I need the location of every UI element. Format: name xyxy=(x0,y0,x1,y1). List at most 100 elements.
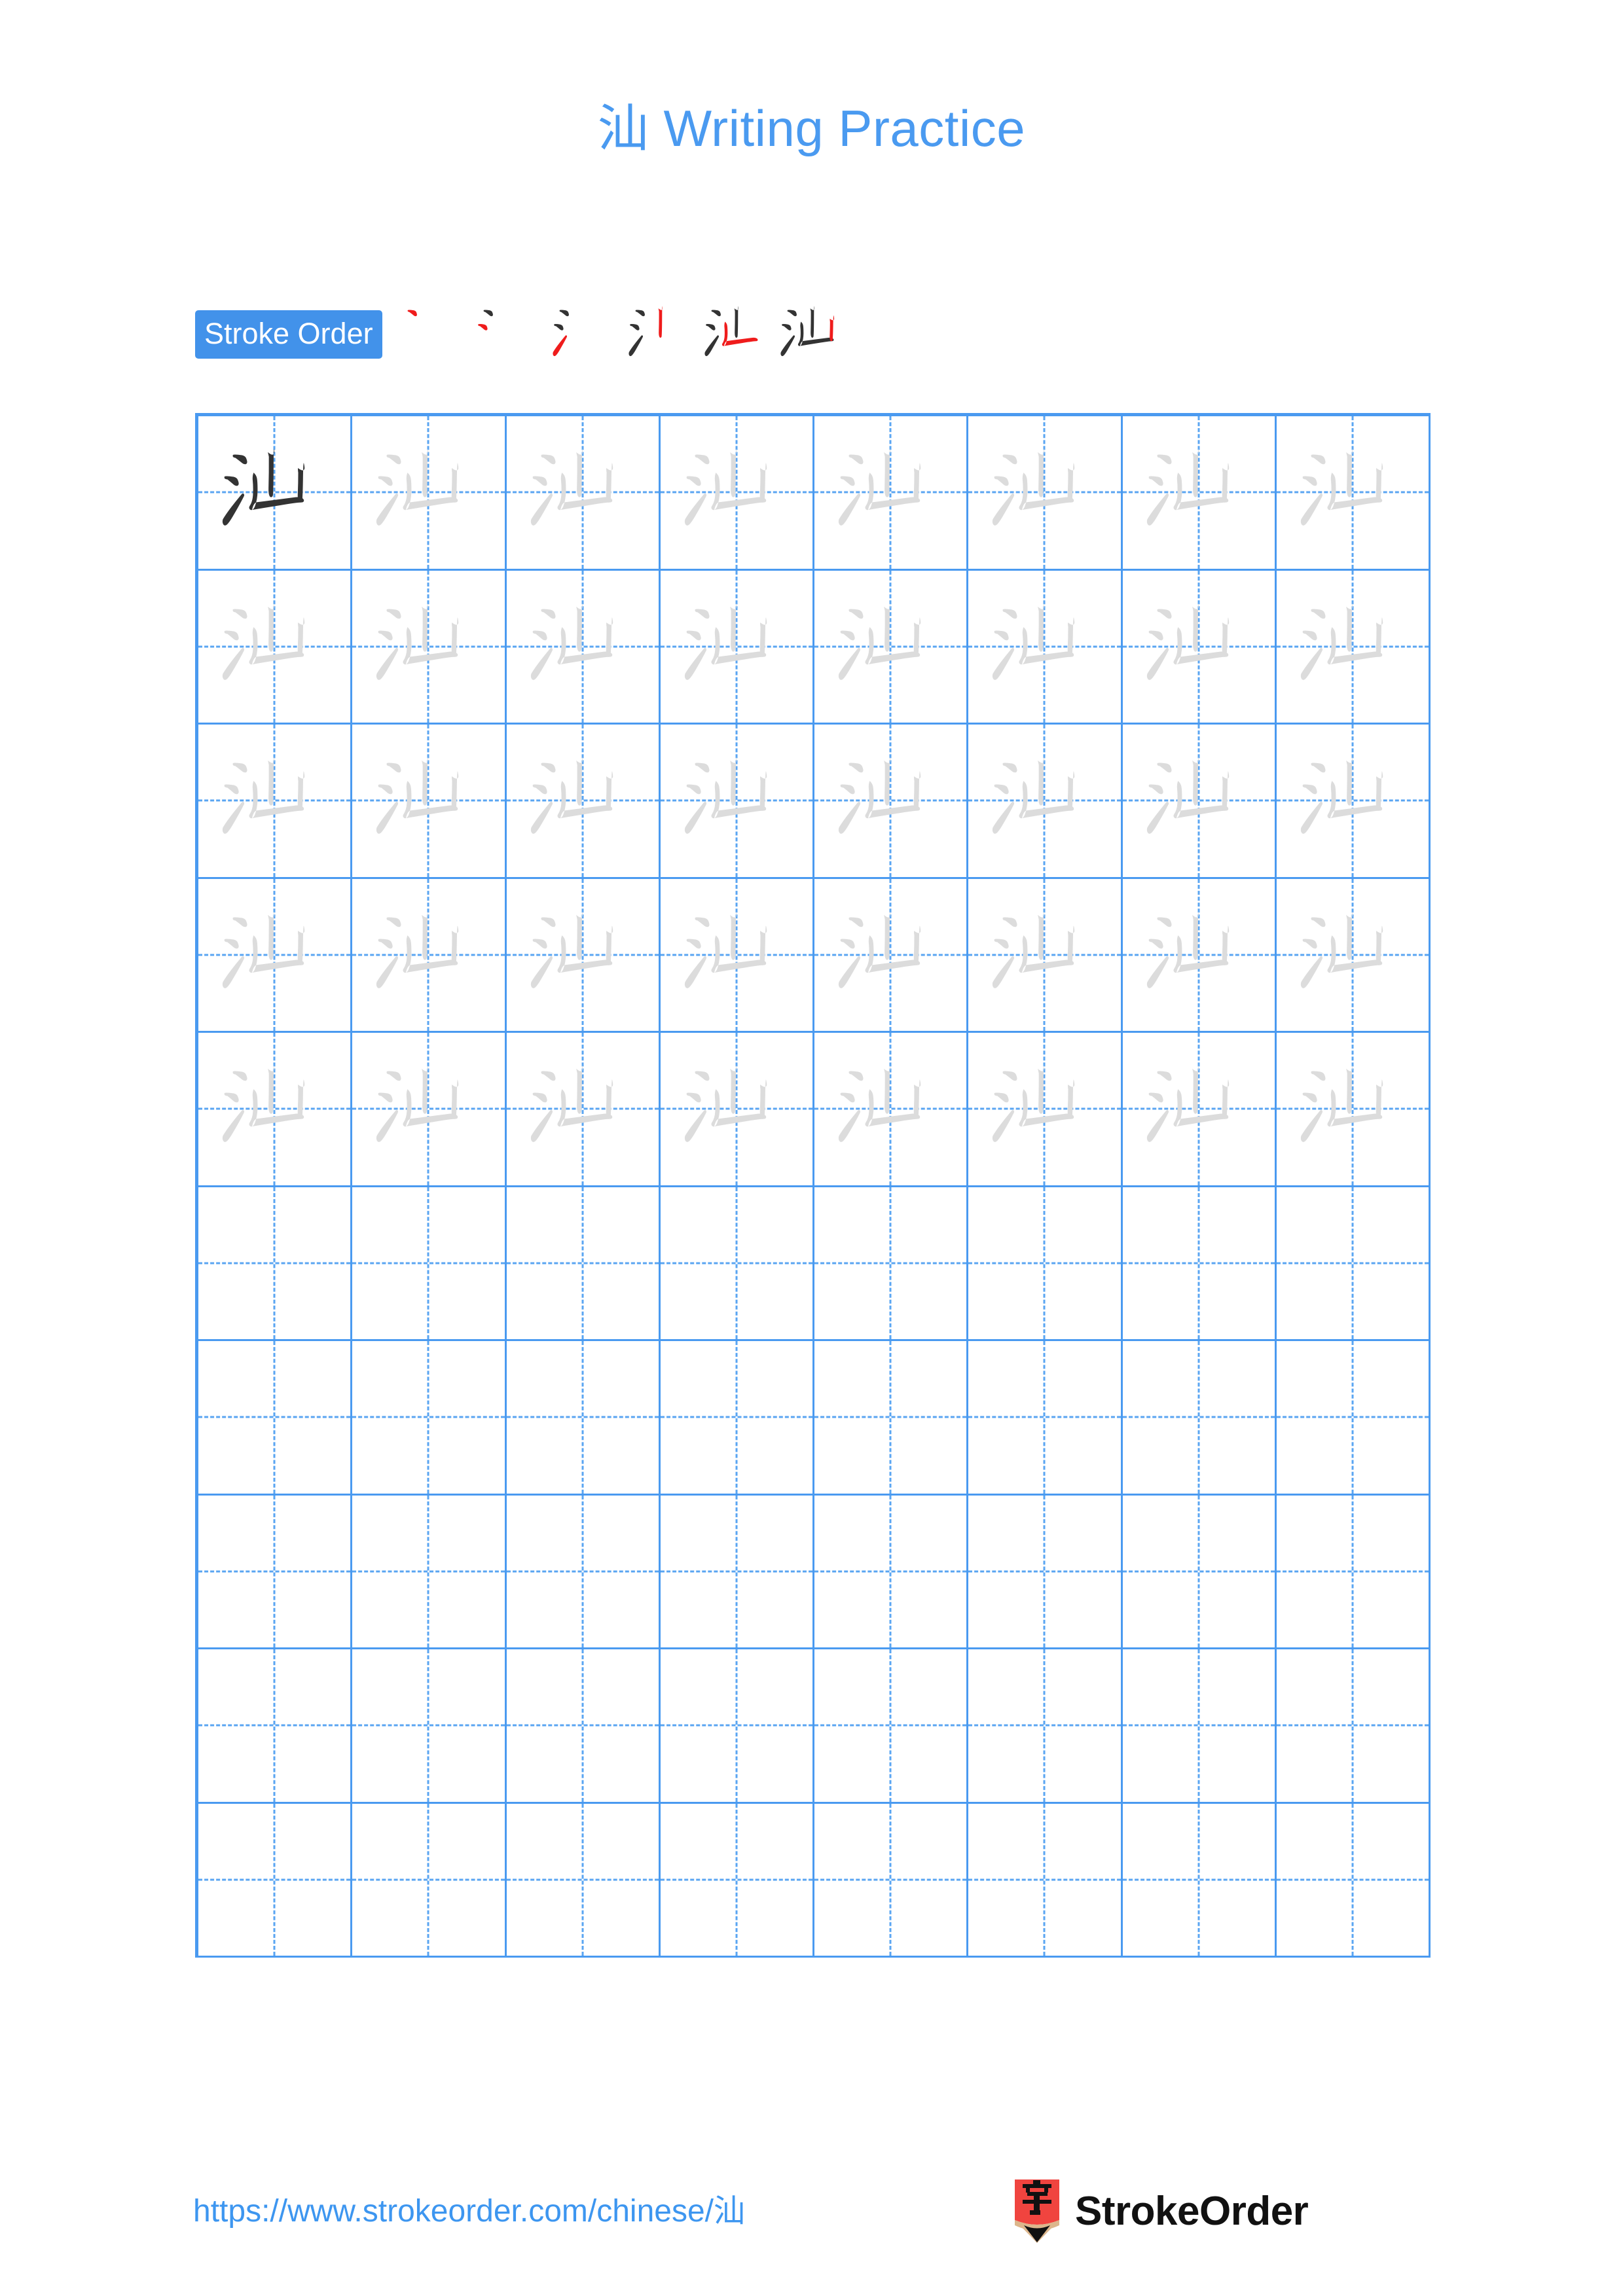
practice-cell[interactable] xyxy=(352,1341,507,1496)
practice-cell[interactable] xyxy=(968,1649,1123,1804)
character-glyph xyxy=(198,571,350,723)
practice-cell[interactable] xyxy=(814,1649,969,1804)
trace-character-cell[interactable] xyxy=(352,1033,507,1187)
character-glyph xyxy=(1123,1033,1275,1185)
trace-character-cell[interactable] xyxy=(1122,570,1277,725)
practice-cell[interactable] xyxy=(1276,1649,1431,1804)
trace-character-cell[interactable] xyxy=(968,878,1123,1033)
practice-cell[interactable] xyxy=(660,1649,814,1804)
stroke-step-5 xyxy=(701,296,776,372)
trace-character-cell[interactable] xyxy=(1122,1033,1277,1187)
practice-cell[interactable] xyxy=(352,1649,507,1804)
trace-character-cell[interactable] xyxy=(1276,570,1431,725)
trace-character-cell[interactable] xyxy=(1276,878,1431,1033)
practice-cell[interactable] xyxy=(198,1803,353,1958)
trace-character-cell[interactable] xyxy=(198,878,353,1033)
stroke-order-section: Stroke Order xyxy=(195,304,852,365)
practice-cell[interactable] xyxy=(968,1803,1123,1958)
practice-cell[interactable] xyxy=(506,1495,661,1649)
practice-cell[interactable] xyxy=(660,1803,814,1958)
page-title: 汕 Writing Practice xyxy=(597,99,1026,157)
practice-cell[interactable] xyxy=(506,1187,661,1341)
character-glyph xyxy=(507,416,659,569)
practice-cell[interactable] xyxy=(506,1341,661,1496)
practice-cell[interactable] xyxy=(198,1341,353,1496)
practice-cell[interactable] xyxy=(660,1341,814,1496)
trace-character-cell[interactable] xyxy=(198,570,353,725)
model-character-cell[interactable] xyxy=(198,416,353,571)
trace-character-cell[interactable] xyxy=(814,570,969,725)
practice-cell[interactable] xyxy=(968,1341,1123,1496)
trace-character-cell[interactable] xyxy=(968,1033,1123,1187)
trace-character-cell[interactable] xyxy=(198,725,353,879)
brand-logo[interactable]: StrokeOrder xyxy=(1013,2179,1309,2244)
practice-cell[interactable] xyxy=(1122,1341,1277,1496)
character-glyph xyxy=(198,725,350,877)
practice-cell[interactable] xyxy=(1276,1341,1431,1496)
trace-character-cell[interactable] xyxy=(198,1033,353,1187)
trace-character-cell[interactable] xyxy=(506,878,661,1033)
practice-cell[interactable] xyxy=(814,1187,969,1341)
trace-character-cell[interactable] xyxy=(506,570,661,725)
practice-cell[interactable] xyxy=(1122,1803,1277,1958)
character-glyph xyxy=(968,1033,1120,1185)
practice-cell[interactable] xyxy=(1122,1495,1277,1649)
practice-cell[interactable] xyxy=(352,1803,507,1958)
practice-cell[interactable] xyxy=(1276,1495,1431,1649)
trace-character-cell[interactable] xyxy=(352,725,507,879)
practice-cell[interactable] xyxy=(1276,1187,1431,1341)
trace-character-cell[interactable] xyxy=(814,1033,969,1187)
character-glyph xyxy=(1123,571,1275,723)
trace-character-cell[interactable] xyxy=(1122,878,1277,1033)
character-glyph xyxy=(352,1033,504,1185)
practice-cell[interactable] xyxy=(506,1803,661,1958)
trace-character-cell[interactable] xyxy=(1276,416,1431,571)
trace-character-cell[interactable] xyxy=(506,725,661,879)
practice-cell[interactable] xyxy=(198,1187,353,1341)
trace-character-cell[interactable] xyxy=(660,1033,814,1187)
practice-cell[interactable] xyxy=(352,1187,507,1341)
practice-cell[interactable] xyxy=(1122,1649,1277,1804)
practice-cell[interactable] xyxy=(1122,1187,1277,1341)
practice-cell[interactable] xyxy=(352,1495,507,1649)
trace-character-cell[interactable] xyxy=(968,416,1123,571)
practice-cell[interactable] xyxy=(814,1341,969,1496)
trace-character-cell[interactable] xyxy=(814,416,969,571)
trace-character-cell[interactable] xyxy=(352,416,507,571)
trace-character-cell[interactable] xyxy=(1276,725,1431,879)
character-glyph xyxy=(198,879,350,1031)
character-glyph xyxy=(1123,416,1275,569)
trace-character-cell[interactable] xyxy=(506,1033,661,1187)
practice-cell[interactable] xyxy=(198,1649,353,1804)
source-url-link[interactable]: https://www.strokeorder.com/chinese/汕 xyxy=(193,2185,745,2231)
trace-character-cell[interactable] xyxy=(814,878,969,1033)
trace-character-cell[interactable] xyxy=(506,416,661,571)
trace-character-cell[interactable] xyxy=(352,570,507,725)
character-glyph xyxy=(352,725,504,877)
practice-cell[interactable] xyxy=(814,1803,969,1958)
trace-character-cell[interactable] xyxy=(660,725,814,879)
trace-character-cell[interactable] xyxy=(660,570,814,725)
trace-character-cell[interactable] xyxy=(1276,1033,1431,1187)
character-glyph xyxy=(661,416,812,569)
character-glyph xyxy=(814,725,966,877)
trace-character-cell[interactable] xyxy=(968,725,1123,879)
trace-character-cell[interactable] xyxy=(814,725,969,879)
practice-cell[interactable] xyxy=(1276,1803,1431,1958)
practice-cell[interactable] xyxy=(814,1495,969,1649)
trace-character-cell[interactable] xyxy=(968,570,1123,725)
trace-character-cell[interactable] xyxy=(1122,725,1277,879)
page-footer: https://www.strokeorder.com/chinese/汕 St… xyxy=(0,2179,1623,2258)
trace-character-cell[interactable] xyxy=(352,878,507,1033)
stroke-order-steps xyxy=(397,296,852,372)
practice-cell[interactable] xyxy=(660,1495,814,1649)
trace-character-cell[interactable] xyxy=(660,878,814,1033)
trace-character-cell[interactable] xyxy=(1122,416,1277,571)
practice-cell[interactable] xyxy=(968,1187,1123,1341)
practice-cell[interactable] xyxy=(198,1495,353,1649)
practice-cell[interactable] xyxy=(968,1495,1123,1649)
practice-cell[interactable] xyxy=(660,1187,814,1341)
trace-character-cell[interactable] xyxy=(660,416,814,571)
character-glyph xyxy=(1277,571,1429,723)
practice-cell[interactable] xyxy=(506,1649,661,1804)
